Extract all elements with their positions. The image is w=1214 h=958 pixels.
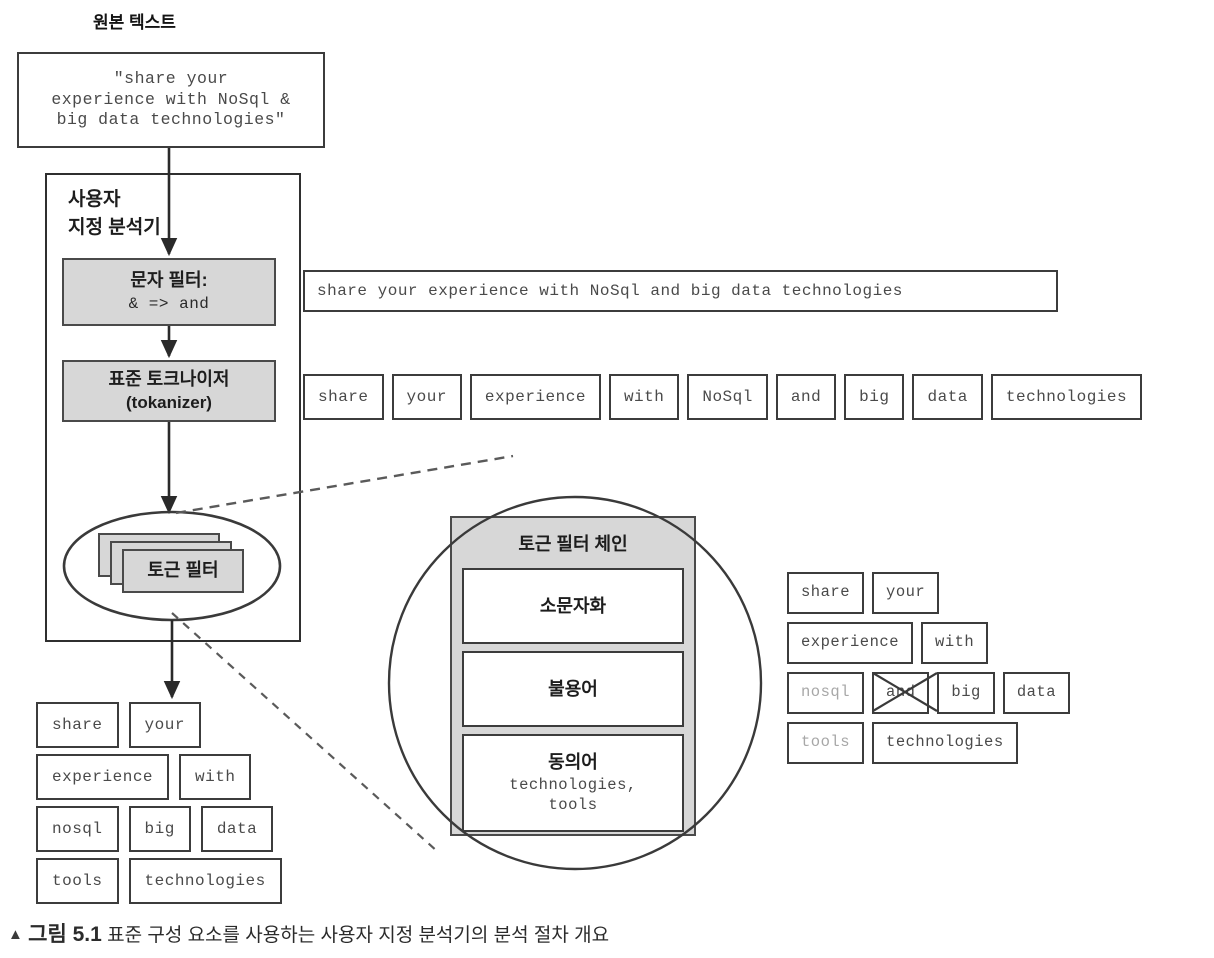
token-box-added-tools: tools <box>787 722 865 764</box>
final-output-row-4: tools technologies <box>36 858 282 904</box>
token-box: NoSql <box>687 374 768 420</box>
token-box: experience <box>787 622 914 664</box>
token-box: and <box>775 374 837 420</box>
filter-stage-stopword: 불용어 <box>462 651 684 727</box>
token-box: your <box>391 374 462 420</box>
source-text-line-2: experience with NoSql & <box>51 89 291 109</box>
final-output-row-1: share your <box>36 702 201 748</box>
source-text-box: "share your experience with NoSql & big … <box>17 52 325 148</box>
token-box: data <box>200 806 274 852</box>
char-filter-output-text: share your experience with NoSql and big… <box>317 282 903 300</box>
figure-caption: ▲ 그림 5.1 표준 구성 요소를 사용하는 사용자 지정 분석기의 분석 절… <box>8 918 609 948</box>
token-box: nosql <box>36 806 119 852</box>
token-box: experience <box>36 754 170 800</box>
caption-text: 표준 구성 요소를 사용하는 사용자 지정 분석기의 분석 절차 개요 <box>107 925 610 946</box>
token-filter-chain-title: 토근 필터 체인 <box>518 534 628 554</box>
char-filter-rule: & => and <box>128 295 210 314</box>
tokenizer-subtitle: (tokanizer) <box>126 393 212 413</box>
filtered-output-row-4: tools technologies <box>787 722 1018 764</box>
token-box: share <box>303 374 384 420</box>
filter-stage-synonym: 동의어 technologies, tools <box>462 734 684 832</box>
token-box: big <box>128 806 191 852</box>
token-box: data <box>912 374 983 420</box>
token-box-crossed-out: and <box>872 672 930 714</box>
token-box: technologies <box>128 858 282 904</box>
custom-analyzer-title: 사용자 지정 분석기 <box>68 186 218 241</box>
token-box: your <box>128 702 201 748</box>
filter-stage-detail: technologies, tools <box>509 775 637 814</box>
final-output-row-3: nosql big data <box>36 806 274 852</box>
token-box-removed-nosql: nosql <box>787 672 865 714</box>
token-box: share <box>787 572 865 614</box>
tokenizer-output-row: share your experience with NoSql and big… <box>303 374 1143 420</box>
source-text-line-3: big data technologies" <box>56 110 286 130</box>
filtered-output-row-1: share your <box>787 572 940 614</box>
token-box: big <box>844 374 905 420</box>
token-box: with <box>608 374 680 420</box>
char-filter-output-box: share your experience with NoSql and big… <box>303 270 1058 312</box>
caption-number: 그림 5.1 <box>28 923 102 946</box>
char-filter-box: 문자 필터: & => and <box>62 258 276 326</box>
filtered-output-row-2: experience with <box>787 622 989 664</box>
filter-stage-lowercase: 소문자화 <box>462 568 684 644</box>
token-box: technologies <box>990 374 1143 420</box>
token-filter-label: 토근 필터 <box>147 560 219 581</box>
token-box: technologies <box>872 722 1018 764</box>
source-text-label: 원본 텍스트 <box>93 13 176 32</box>
final-output-row-2: experience with <box>36 754 252 800</box>
custom-analyzer-title-line-1: 사용자 <box>68 189 121 210</box>
caption-triangle-icon: ▲ <box>8 926 23 943</box>
source-text-line-1: "share your <box>113 69 229 89</box>
char-filter-title: 문자 필터: <box>130 269 208 290</box>
filter-stage-name: 동의어 <box>548 752 598 773</box>
filter-stage-name: 소문자화 <box>539 595 607 616</box>
tokenizer-title: 표준 토크나이저 <box>108 368 230 389</box>
token-filter-card-front: 토근 필터 <box>122 549 244 593</box>
token-box: with <box>921 622 989 664</box>
token-box: share <box>36 702 119 748</box>
token-box: experience <box>469 374 601 420</box>
tokenizer-box: 표준 토크나이저 (tokanizer) <box>62 360 276 422</box>
token-filter-stack: 토근 필터 <box>98 533 248 595</box>
token-box: your <box>872 572 940 614</box>
custom-analyzer-title-line-2: 지정 분석기 <box>68 216 161 238</box>
token-box: big <box>937 672 995 714</box>
figure-canvas: 원본 텍스트 "share your experience with NoSql… <box>0 0 1214 958</box>
token-box: data <box>1002 672 1071 714</box>
filter-stage-name: 불용어 <box>548 678 598 699</box>
token-box: tools <box>36 858 119 904</box>
filtered-output-row-3: nosql and big data <box>787 672 1071 714</box>
token-box: with <box>179 754 252 800</box>
token-filter-chain-panel: 토근 필터 체인 소문자화 불용어 동의어 technologies, tool… <box>450 516 696 836</box>
